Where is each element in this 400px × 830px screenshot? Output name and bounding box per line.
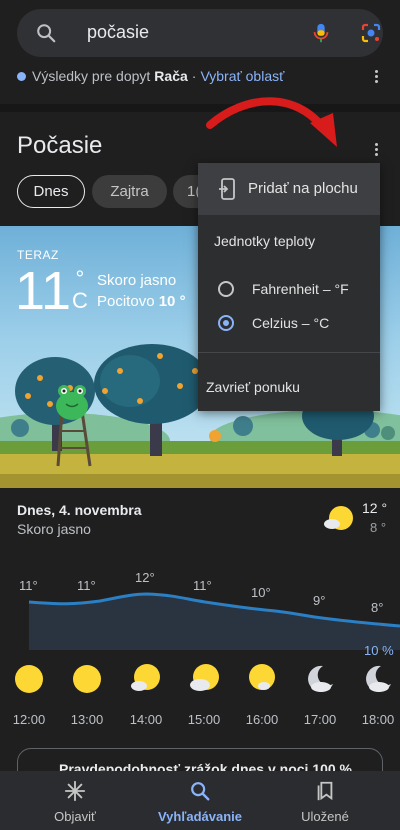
weather-card-title: Počasie: [17, 132, 103, 159]
hour-temp: 12°: [135, 570, 155, 585]
feels-like: Pocitovo 10 °: [97, 293, 186, 310]
tab-tomorrow[interactable]: Zajtra: [92, 175, 167, 208]
add-to-home-button[interactable]: Pridať na plochu: [198, 163, 380, 215]
options-menu: Pridať na plochu Jednotky teploty Fahren…: [198, 163, 380, 411]
sun-cloud-icon: [249, 664, 275, 690]
units-heading: Jednotky teploty: [214, 233, 316, 249]
hour-label: 15:00: [187, 712, 221, 727]
red-arrow-annotation: [206, 97, 337, 147]
feels-like-label: Pocitovo: [97, 293, 155, 310]
hour-label: 14:00: [129, 712, 163, 727]
add-to-home-label: Pridať na plochu: [248, 180, 358, 197]
nav-search-label: Vyhľadávanie: [157, 809, 242, 824]
day-condition: Skoro jasno: [17, 521, 91, 537]
search-input[interactable]: počasie: [87, 22, 149, 43]
more-options-icon[interactable]: [375, 70, 379, 85]
temperature-curve: [28, 592, 400, 650]
current-temperature: 11: [15, 261, 72, 321]
sun-cloud-icon: [131, 664, 160, 691]
nav-discover[interactable]: Objaviť: [15, 771, 135, 830]
degree-symbol: °: [75, 266, 85, 291]
day-date: Dnes, 4. novembra: [17, 502, 142, 518]
day-low: 8 °: [370, 520, 387, 535]
day-high: 12 °: [362, 500, 388, 516]
sun-icon: [73, 665, 101, 693]
tab-today[interactable]: Dnes: [17, 175, 85, 208]
precipitation-percent: 10 %: [364, 643, 394, 658]
radio-checked-icon[interactable]: [218, 315, 234, 331]
location-info: Výsledky pre dopyt Rača · Vybrať oblasť: [17, 68, 284, 84]
nav-saved[interactable]: Uložené: [265, 771, 385, 830]
hour-label: 18:00: [361, 712, 395, 727]
search-icon: [37, 24, 56, 43]
hour-label: 17:00: [303, 712, 337, 727]
bottom-navigation: Objaviť Vyhľadávanie Uložené: [0, 771, 400, 830]
select-area-link[interactable]: Vybrať oblasť: [200, 68, 284, 84]
google-lens-icon[interactable]: [359, 21, 383, 45]
search-bar[interactable]: počasie: [17, 9, 383, 57]
temperature-unit: ° C: [72, 268, 88, 312]
sun-cloud-icon: [190, 664, 219, 691]
nav-search[interactable]: Vyhľadávanie: [140, 771, 260, 830]
moon-cloud-icon: [366, 665, 391, 692]
nav-discover-label: Objaviť: [54, 809, 96, 824]
celsius-label: Celzius – °C: [252, 315, 330, 331]
unit-letter: C: [72, 288, 88, 313]
sun-icon: [15, 665, 43, 693]
add-to-home-icon: [219, 178, 235, 200]
radio-unchecked-icon[interactable]: [218, 281, 234, 297]
hour-label: 12:00: [12, 712, 46, 727]
weather-more-options-icon[interactable]: [375, 143, 379, 158]
hour-label: 16:00: [245, 712, 279, 727]
asterisk-icon: [64, 780, 86, 802]
current-condition: Skoro jasno: [97, 272, 177, 289]
nav-saved-label: Uložené: [301, 809, 349, 824]
sun-cloud-icon: [324, 506, 353, 530]
location-dot-icon: [17, 71, 26, 81]
results-place: Rača: [154, 68, 188, 84]
bookmark-icon: [317, 781, 333, 801]
fahrenheit-option[interactable]: Fahrenheit – °F: [218, 281, 349, 297]
moon-cloud-icon: [308, 665, 333, 692]
celsius-option[interactable]: Celzius – °C: [218, 315, 329, 331]
results-prefix: Výsledky pre dopyt: [32, 68, 151, 84]
feels-like-value: 10 °: [158, 293, 186, 310]
search-icon: [191, 782, 210, 801]
close-menu-button[interactable]: Zavrieť ponuku: [206, 379, 300, 395]
microphone-icon[interactable]: [310, 21, 332, 45]
hour-label: 13:00: [70, 712, 104, 727]
results-separator: ·: [191, 68, 197, 84]
menu-divider: [198, 352, 380, 353]
fahrenheit-label: Fahrenheit – °F: [252, 281, 349, 297]
